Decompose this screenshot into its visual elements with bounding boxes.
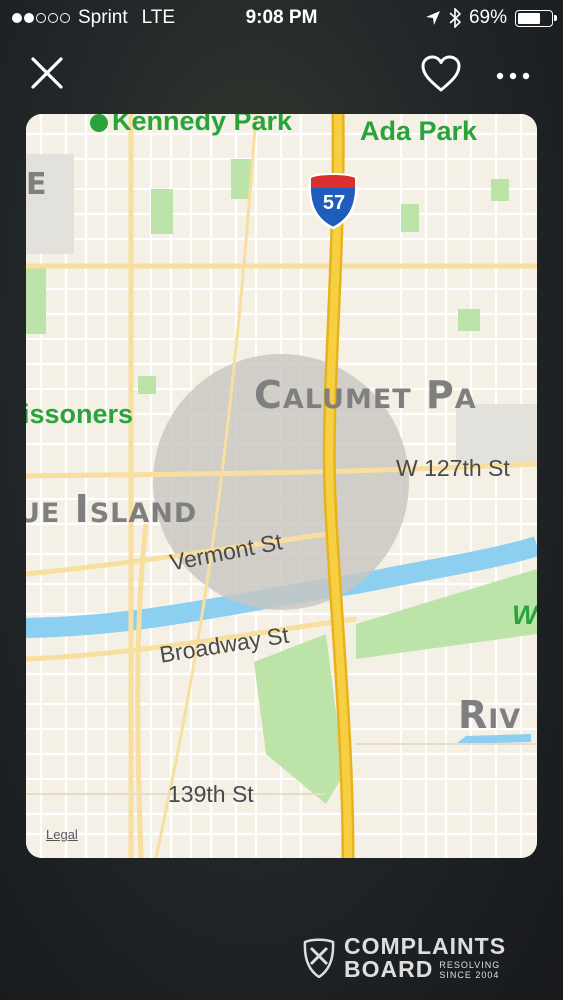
map-view[interactable]: 57 Kennedy Park Ada Park issoners E Calu… bbox=[26, 114, 537, 858]
highway-shield-number: 57 bbox=[322, 192, 346, 214]
logo-line1: COMPLAINTS bbox=[344, 933, 507, 959]
logo-line2: BOARD bbox=[344, 956, 434, 982]
location-arrow-icon bbox=[425, 11, 440, 25]
street-label: 139th St bbox=[168, 781, 254, 807]
battery-percent: 69% bbox=[468, 7, 507, 28]
shield-logo-icon bbox=[303, 938, 335, 978]
close-button[interactable] bbox=[30, 56, 64, 95]
town-label: E bbox=[26, 167, 48, 202]
close-icon bbox=[31, 57, 63, 89]
park-icon bbox=[90, 114, 108, 132]
more-button[interactable] bbox=[495, 68, 531, 86]
battery-icon bbox=[515, 9, 557, 27]
complaintsboard-logo: COMPLAINTS BOARD RESOLVING SINCE 2004 bbox=[302, 935, 506, 981]
status-icons: 69% bbox=[425, 7, 557, 29]
logo-tag2: SINCE 2004 bbox=[439, 970, 500, 981]
town-label: Riv bbox=[458, 693, 522, 737]
logo-line2-row: BOARD RESOLVING SINCE 2004 bbox=[344, 958, 506, 981]
street-label: W 127th St bbox=[396, 455, 510, 481]
park-label: Kennedy Park bbox=[90, 114, 292, 135]
bluetooth-icon bbox=[449, 8, 461, 28]
legal-link[interactable]: Legal bbox=[46, 827, 78, 842]
favorite-button[interactable] bbox=[421, 55, 461, 98]
place-label: issoners bbox=[26, 399, 134, 429]
status-bar: Sprint LTE 9:08 PM 69% bbox=[0, 0, 563, 36]
more-dots-icon bbox=[496, 72, 530, 80]
heart-icon bbox=[421, 55, 461, 92]
battery-level bbox=[518, 12, 541, 24]
logo-text: COMPLAINTS BOARD RESOLVING SINCE 2004 bbox=[344, 935, 506, 981]
town-label: ue Island bbox=[26, 487, 198, 531]
park-label: Ada Park bbox=[360, 116, 478, 146]
map-canvas bbox=[26, 114, 537, 858]
place-label: W bbox=[512, 600, 537, 630]
town-label: Calumet Pa bbox=[254, 373, 477, 417]
logo-tagline: RESOLVING SINCE 2004 bbox=[439, 960, 500, 981]
